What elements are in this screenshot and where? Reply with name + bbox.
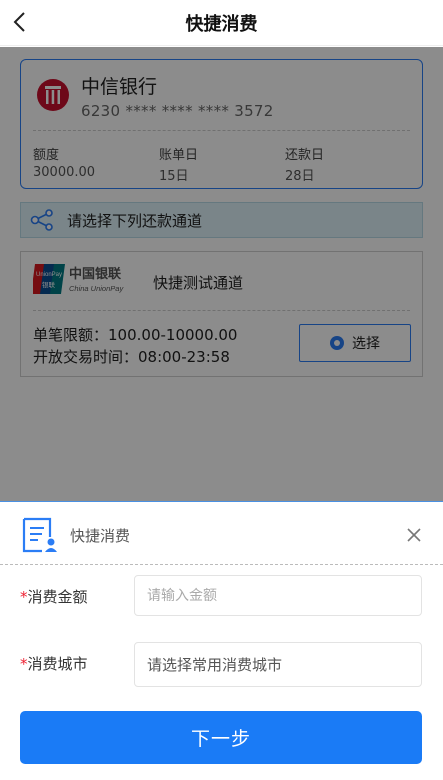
citic-bank-logo <box>37 79 69 111</box>
back-icon[interactable] <box>10 9 32 35</box>
form-document-icon <box>22 517 57 553</box>
channel-name: 快捷测试通道 <box>153 274 244 292</box>
amount-label-text: 消费金额 <box>27 588 88 606</box>
bill-date-value: 15日 <box>159 169 189 184</box>
share-icon <box>30 209 53 231</box>
channel-limit: 单笔限额：100.00-10000.00 <box>33 326 238 344</box>
repayment-date-label: 还款日 <box>285 148 325 163</box>
card-bill-date: 账单日 15日 <box>159 144 198 184</box>
repayment-date-value: 28日 <box>285 169 315 184</box>
amount-input[interactable] <box>134 575 422 616</box>
next-step-button[interactable]: 下一步 <box>20 711 422 764</box>
section-title: 请选择下列还款通道 <box>67 211 203 230</box>
bank-name: 中信银行 <box>81 76 158 98</box>
bill-date-label: 账单日 <box>159 148 199 163</box>
channel-divider <box>33 310 410 311</box>
required-mark: * <box>20 655 28 673</box>
credit-limit-label: 额度 <box>33 148 60 163</box>
background-page: 中信银行 6230 **** **** **** 3572 额度 30000.0… <box>0 47 443 502</box>
required-mark: * <box>20 588 28 606</box>
channel-section-header: 请选择下列还款通道 <box>20 202 423 238</box>
page-title: 快捷消费 <box>185 13 258 35</box>
unionpay-en-text: China UnionPay <box>69 284 124 293</box>
card-divider <box>33 130 410 131</box>
close-icon[interactable] <box>406 527 422 543</box>
unionpay-cn-text: 中国银联 <box>69 266 121 282</box>
sheet-title: 快捷消费 <box>70 527 131 545</box>
radio-icon <box>330 336 344 350</box>
unionpay-logo: UnionPay 银联 中国银联 China UnionPay <box>33 264 124 294</box>
card-number: 6230 **** **** **** 3572 <box>81 102 274 120</box>
select-button-label: 选择 <box>352 336 380 352</box>
card-credit-limit: 额度 30000.00 <box>33 144 95 180</box>
bank-card: 中信银行 6230 **** **** **** 3572 额度 30000.0… <box>20 59 423 189</box>
channel-hours: 开放交易时间：08:00-23:58 <box>33 348 230 366</box>
amount-label: *消费金额 <box>20 586 88 607</box>
city-select[interactable] <box>134 642 422 687</box>
city-label-text: 消费城市 <box>27 655 88 673</box>
card-repayment-date: 还款日 28日 <box>285 144 324 184</box>
channel-item: UnionPay 银联 中国银联 China UnionPay 快捷测试通道 单… <box>20 251 423 377</box>
sheet-divider <box>0 564 443 565</box>
unionpay-badge-top: UnionPay <box>36 272 62 278</box>
header: 快捷消费 <box>0 0 443 46</box>
select-channel-button[interactable]: 选择 <box>299 324 411 362</box>
credit-limit-value: 30000.00 <box>33 165 96 180</box>
unionpay-badge-bottom: 银联 <box>42 280 56 289</box>
city-label: *消费城市 <box>20 653 88 674</box>
quick-pay-sheet: 快捷消费 *消费金额 *消费城市 下一步 <box>0 501 443 780</box>
